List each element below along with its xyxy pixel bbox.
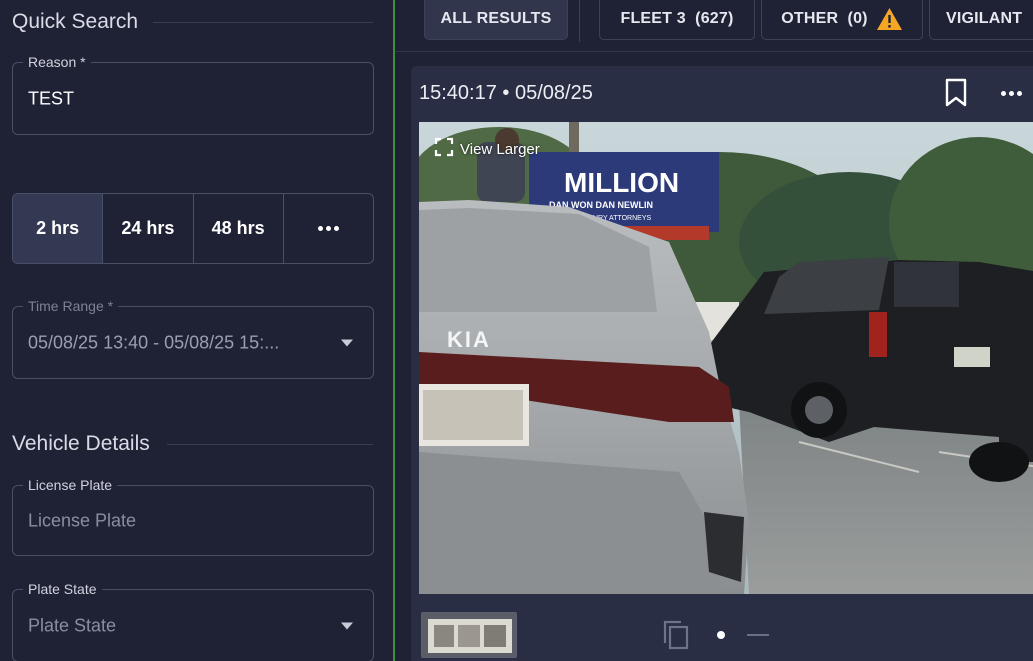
billboard-headline: MILLION	[564, 167, 679, 198]
car-brand-logo: KIA	[447, 327, 491, 352]
vehicle-photo[interactable]: MILLION DAN WON DAN NEWLIN PI CASE!! INJ…	[419, 122, 1033, 594]
preset-2hrs-button[interactable]: 2 hrs	[13, 194, 104, 263]
time-range-value: 05/08/25 13:40 - 05/08/25 15:...	[28, 332, 280, 352]
warning-icon	[876, 7, 903, 31]
quick-search-panel: Quick Search Reason * TEST 2 hrs 24 hrs …	[0, 0, 393, 661]
more-horizontal-icon[interactable]	[1001, 91, 1022, 96]
preset-48hrs-button[interactable]: 48 hrs	[194, 194, 284, 263]
chevron-down-icon[interactable]	[341, 622, 353, 629]
time-range-label: Time Range *	[23, 298, 119, 314]
reason-field[interactable]: Reason * TEST	[12, 54, 374, 135]
tab-vigilant[interactable]: VIGILANT	[929, 0, 1033, 40]
preset-more-button[interactable]	[284, 194, 373, 263]
more-horizontal-icon	[317, 226, 339, 231]
plate-state-label: Plate State	[23, 581, 102, 597]
expand-icon	[434, 137, 454, 161]
tab-fleet-3[interactable]: FLEET 3 (627)	[599, 0, 755, 40]
reason-value[interactable]: TEST	[28, 88, 74, 109]
plate-state-field[interactable]: Plate State Plate State	[12, 581, 374, 661]
vehicle-photo-scene: MILLION DAN WON DAN NEWLIN PI CASE!! INJ…	[419, 122, 1033, 594]
view-larger-button[interactable]: View Larger	[434, 137, 540, 161]
bookmark-icon[interactable]	[944, 78, 968, 113]
license-plate-input[interactable]: License Plate	[28, 510, 136, 531]
quick-search-title: Quick Search	[12, 10, 139, 33]
pager-dot-inactive[interactable]	[747, 634, 769, 636]
preset-24hrs-button[interactable]: 24 hrs	[103, 194, 194, 263]
copy-icon[interactable]	[661, 619, 691, 656]
results-tabs: ALL RESULTS FLEET 3 (627) OTHER (0) VIGI…	[395, 0, 1033, 52]
pager-dot-active[interactable]	[717, 631, 725, 639]
vehicle-details-title: Vehicle Details	[12, 432, 150, 455]
result-timestamp: 15:40:17 • 05/08/25	[419, 82, 593, 104]
plate-thumbnail-image	[422, 613, 516, 657]
time-preset-selector: 2 hrs 24 hrs 48 hrs	[12, 193, 374, 264]
plate-state-select[interactable]: Plate State	[28, 615, 116, 636]
tab-all-results[interactable]: ALL RESULTS	[424, 0, 568, 40]
view-larger-label: View Larger	[460, 140, 540, 158]
license-plate-field[interactable]: License Plate License Plate	[12, 477, 374, 556]
license-plate-label: License Plate	[23, 477, 118, 493]
reason-label: Reason *	[23, 54, 91, 70]
chevron-down-icon[interactable]	[341, 339, 353, 346]
results-panel: ALL RESULTS FLEET 3 (627) OTHER (0) VIGI…	[395, 0, 1033, 661]
time-range-field[interactable]: Time Range * 05/08/25 13:40 - 05/08/25 1…	[12, 298, 374, 379]
tab-other[interactable]: OTHER (0)	[761, 0, 923, 40]
tab-separator	[579, 0, 580, 42]
plate-thumbnail[interactable]	[421, 612, 517, 658]
result-card[interactable]: 15:40:17 • 05/08/25 MILLION DAN WON DAN …	[411, 66, 1033, 661]
